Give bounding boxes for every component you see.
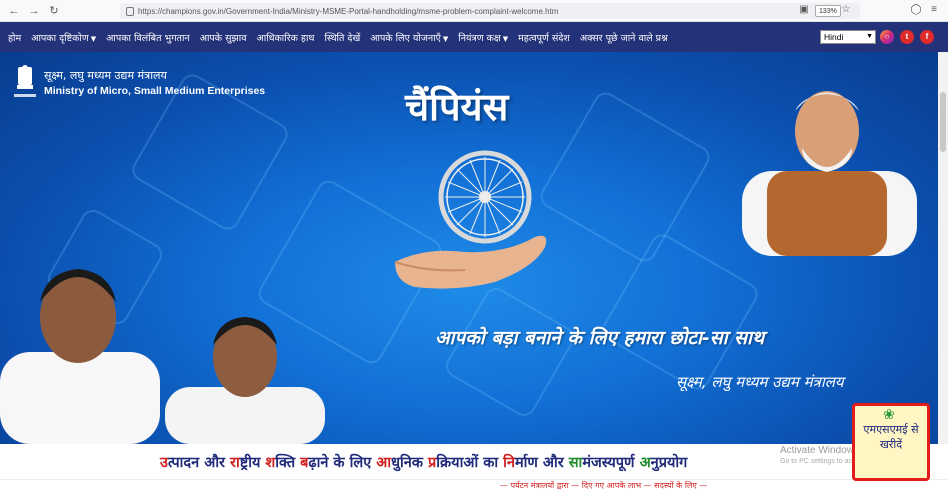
footer-marquee: — पर्यटन मंत्रालयों द्वारा — दिए गए आपके…: [500, 481, 708, 490]
back-icon[interactable]: ←: [6, 3, 22, 19]
hero-subtagline: सूक्ष्म, लघु मध्यम उद्यम मंत्रालय: [676, 373, 844, 391]
decorative-hexagon: [536, 88, 714, 266]
shield-icon: [126, 6, 134, 16]
hand-icon: [395, 235, 547, 289]
chevron-down-icon: ▼: [90, 34, 97, 43]
browser-toolbar: ← → ↻ https://champions.gov.in/Governmen…: [0, 0, 948, 22]
facebook-icon[interactable]: f: [920, 30, 934, 44]
slogan-segment: आ: [376, 454, 392, 471]
slogan-segment: सा: [568, 454, 583, 471]
address-bar[interactable]: https://champions.gov.in/Government-Indi…: [120, 3, 860, 19]
language-value: Hindi: [824, 32, 844, 42]
bookmark-star-icon[interactable]: ☆: [840, 4, 852, 16]
twitter-icon[interactable]: t: [900, 30, 914, 44]
slogan-segment: धुनिक: [391, 454, 429, 471]
language-select[interactable]: Hindi ▼: [820, 30, 876, 44]
slogan-segment: अ: [639, 454, 651, 471]
nav-item-home[interactable]: होम: [8, 31, 21, 44]
forward-icon[interactable]: →: [26, 3, 42, 19]
slogan-segment: र्माण और: [514, 454, 569, 471]
scrollbar-thumb[interactable]: [940, 92, 946, 152]
reader-view-icon[interactable]: ▣: [798, 4, 810, 16]
nav-item-schemes[interactable]: आपके लिए योजनाएँ ▼: [370, 31, 448, 44]
chevron-down-icon: ▼: [442, 34, 449, 43]
chevron-down-icon: ▼: [866, 33, 873, 40]
slogan-segment: उ: [160, 454, 168, 471]
slogan-segment: क्रियाओं का: [436, 454, 504, 471]
zoom-level[interactable]: 133%: [815, 5, 841, 17]
ministry-name-hindi: सूक्ष्म, लघु मध्यम उद्यम मंत्रालय: [44, 69, 167, 82]
instagram-icon[interactable]: ○: [880, 30, 894, 44]
page-scrollbar[interactable]: [938, 52, 948, 444]
nav-label: आपके लिए योजनाएँ: [370, 32, 441, 44]
slogan-segment: नुप्रयोग: [650, 454, 688, 471]
pocket-icon[interactable]: ◯: [910, 4, 922, 16]
portrait-person-center: [165, 317, 325, 444]
reload-icon[interactable]: ↻: [46, 3, 62, 19]
slogan-segment: मंजस्यपूर्ण: [582, 454, 640, 471]
url-text: https://champions.gov.in/Government-Indi…: [138, 6, 559, 16]
slogan-segment: ष्ट्रीय: [239, 454, 266, 471]
buy-from-msme-label: एमएसएमई से खरीदें: [863, 423, 919, 451]
decorative-hexagon: [441, 283, 579, 421]
charkha-wheel-icon: [438, 150, 532, 244]
nav-item-important-messages[interactable]: महत्वपूर्ण संदेश: [518, 31, 570, 44]
nav-item-view-status[interactable]: स्थिति देखें: [325, 31, 361, 44]
slogan-segment: नि: [503, 454, 515, 471]
nav-item-faq[interactable]: अक्सर पूछे जाने वाले प्रश्न: [580, 31, 668, 44]
nav-label: नियंत्रण कक्ष: [458, 32, 501, 44]
slogan-segment: त्पादन और: [167, 454, 231, 471]
ministry-name-english: Ministry of Micro, Small Medium Enterpri…: [44, 85, 266, 97]
slogan-segment: ढ़ाने के लिए: [308, 454, 377, 471]
nav-label: आपका दृष्टिकोण: [31, 32, 89, 44]
slogan-segment: रा: [230, 454, 240, 471]
main-navigation: होम आपका दृष्टिकोण ▼ आपका विलंबित भुगतान …: [0, 22, 948, 52]
slogan-segment: श: [265, 454, 276, 471]
portrait-person-right: [742, 91, 917, 256]
nav-item-control-room[interactable]: नियंत्रण कक्ष ▼: [458, 31, 508, 44]
windows-watermark-title: Activate Windows: [780, 445, 859, 456]
nav-item-official-hands[interactable]: आधिकारिक हाथ: [256, 31, 314, 44]
nav-item-your-view[interactable]: आपका दृष्टिकोण ▼: [31, 31, 96, 44]
national-emblem-icon: [14, 65, 36, 97]
portrait-person-left: [0, 269, 160, 444]
buy-from-msme-button[interactable]: ❀ एमएसएमई से खरीदें: [852, 403, 930, 481]
hero-banner: सूक्ष्म, लघु मध्यम उद्यम मंत्रालय Minist…: [0, 52, 938, 444]
nav-item-delayed-payment[interactable]: आपका विलंबित भुगतान: [106, 31, 190, 44]
slogan-segment: क्ति: [275, 454, 301, 471]
slogan-text: उत्पादन और राष्ट्रीय शक्ति बढ़ाने के लिए…: [160, 452, 687, 472]
wheel-on-hand-illustration: [394, 150, 547, 289]
hero-tagline: आपको बड़ा बनाने के लिए हमारा छोटा-सा साथ: [435, 327, 765, 349]
leaf-icon: ❀: [883, 406, 895, 422]
nav-item-suggestions[interactable]: आपके सुझाव: [200, 31, 247, 44]
chevron-down-icon: ▼: [502, 34, 509, 43]
page-title: चैंपियंस: [405, 85, 509, 129]
menu-icon[interactable]: ≡: [928, 4, 940, 16]
